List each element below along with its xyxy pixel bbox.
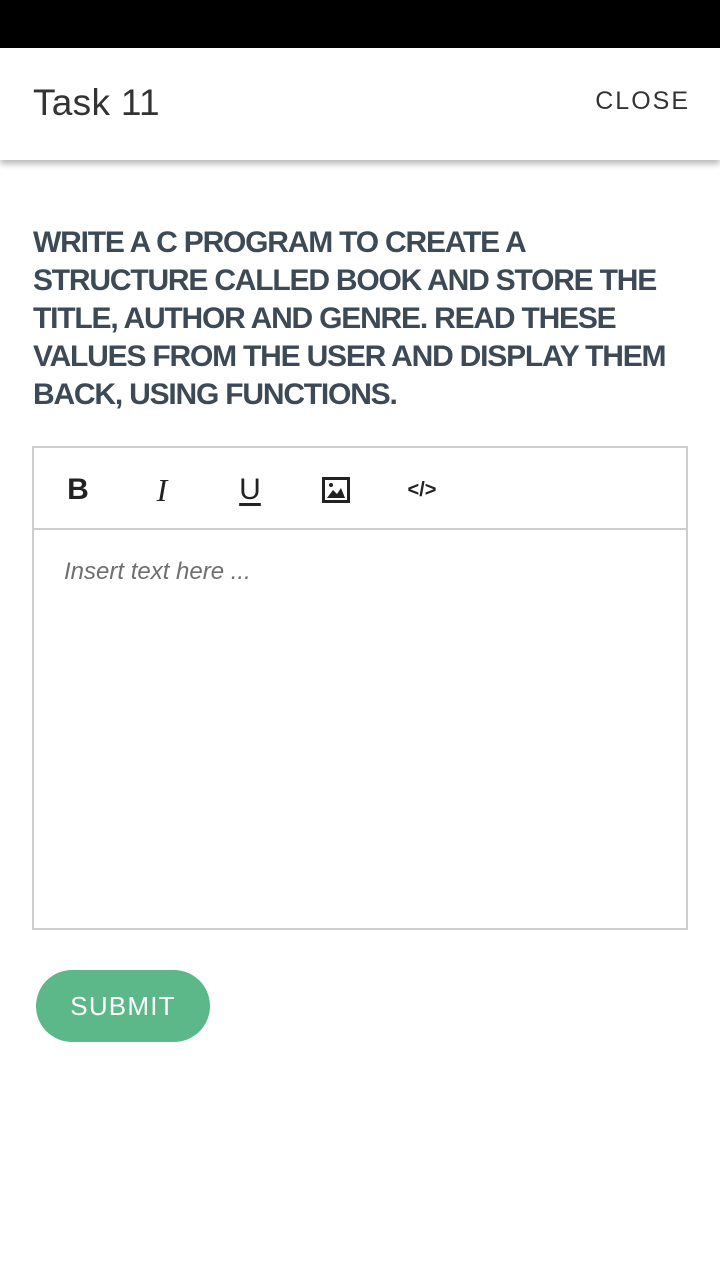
editor-toolbar: B I U </> (34, 448, 686, 530)
image-icon-glyph (322, 477, 350, 503)
task-question: WRITE A C PROGRAM TO CREATE A STRUCTURE … (33, 226, 667, 411)
submit-button[interactable]: SUBMIT (36, 970, 210, 1042)
bold-icon[interactable]: B (56, 468, 100, 512)
app-bar: Task 11 CLOSE (0, 48, 720, 160)
page-title: Task 11 (33, 82, 160, 123)
editor-placeholder: Insert text here ... (64, 558, 251, 585)
rich-text-editor: B I U </> Insert text here ... (32, 446, 688, 930)
italic-icon[interactable]: I (140, 468, 184, 512)
code-icon[interactable]: </> (400, 468, 444, 512)
status-bar (0, 0, 720, 48)
close-button[interactable]: CLOSE (595, 87, 690, 116)
image-icon[interactable] (314, 468, 358, 512)
underline-icon[interactable]: U (228, 468, 272, 512)
editor-text-area[interactable]: Insert text here ... (34, 530, 686, 928)
